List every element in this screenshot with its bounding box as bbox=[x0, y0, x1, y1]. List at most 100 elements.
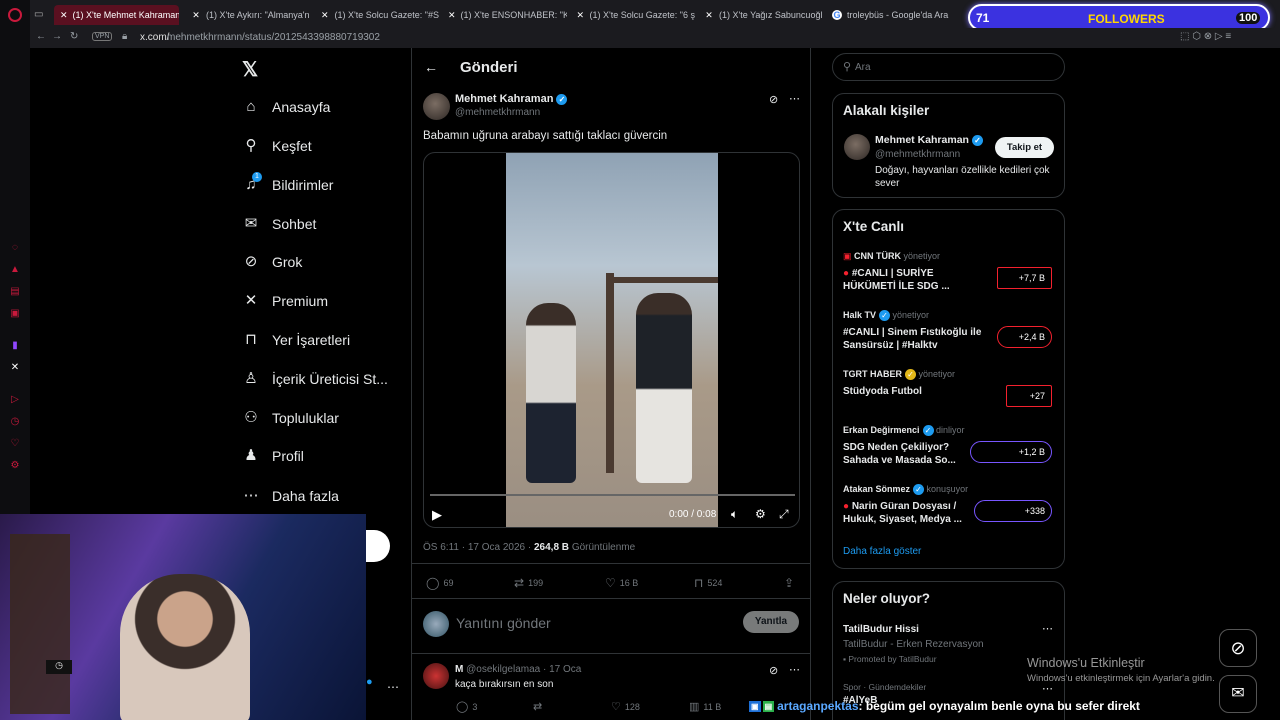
show-more-link[interactable]: Daha fazla göster bbox=[843, 546, 921, 557]
live-space-title[interactable]: ● Narin Güran Dosyası / Hukuk, Siyaset, … bbox=[843, 500, 968, 526]
volume-icon[interactable]: 🔈︎ bbox=[731, 507, 738, 522]
reply-button[interactable]: Yanıtla bbox=[743, 611, 799, 633]
sidebar-settings-icon[interactable]: ⚙ bbox=[9, 460, 21, 472]
reply-views-stat[interactable]: ▥ 11 B bbox=[689, 700, 721, 713]
reply-reply-count: 3 bbox=[472, 701, 478, 712]
nav-item-communities[interactable]: ⚇ Topluluklar bbox=[242, 406, 339, 430]
post-time[interactable]: ÖS 6:11 bbox=[423, 542, 459, 553]
live-space-title[interactable]: #CANLI | Sinem Fıstıkoğlu ile Sansürsüz … bbox=[843, 326, 993, 352]
nav-item-notifications[interactable]: ♫ 1 Bildirimler bbox=[242, 172, 333, 197]
reply-author[interactable]: M bbox=[455, 664, 463, 675]
url-host[interactable]: x.com/ bbox=[140, 32, 169, 43]
extensions-icon[interactable]: ⬚ ⬡ ⊗ ▷ ≡ bbox=[1180, 31, 1231, 42]
reply-grok-icon[interactable]: ⊘ bbox=[769, 664, 778, 677]
live-host[interactable]: TGRT HABER ✓ yönetiyor bbox=[843, 369, 955, 381]
repost-stat[interactable]: ⇄ 199 bbox=[514, 576, 543, 590]
nav-item-explore[interactable]: ⚲ Keşfet bbox=[242, 134, 312, 158]
account-more-icon[interactable]: ⋯ bbox=[387, 680, 399, 694]
sidebar-player-icon[interactable]: ▷ bbox=[9, 394, 21, 406]
nav-item-home[interactable]: ⌂ Anasayfa bbox=[242, 95, 330, 119]
nav-item-grok[interactable]: ⊘ Grok bbox=[242, 250, 303, 274]
nav-item-premium[interactable]: ✕ Premium bbox=[242, 289, 328, 313]
grok-float-button[interactable]: ⊘ bbox=[1219, 629, 1257, 667]
reply-reply-stat[interactable]: ◯ 3 bbox=[456, 700, 477, 713]
related-name-text: Mehmet Kahraman bbox=[875, 134, 969, 146]
tab[interactable]: ✕ (1) X'te Solcu Gazete: "6 ş bbox=[570, 5, 695, 25]
trend-title[interactable]: TatilBudur Hissi bbox=[843, 624, 919, 635]
nav-item-creator-studio[interactable]: ♙ İçerik Üreticisi St... bbox=[242, 367, 388, 391]
fullscreen-icon[interactable]: ⤢ bbox=[779, 507, 789, 522]
sidebar-history-icon[interactable]: ◷ bbox=[9, 416, 21, 428]
video-progress-track[interactable] bbox=[430, 494, 795, 496]
x-logo-icon[interactable]: 𝕏 bbox=[242, 57, 258, 82]
reply-repost-icon[interactable]: ⇄ bbox=[533, 700, 542, 713]
live-listeners-badge[interactable]: +27 bbox=[1006, 385, 1052, 407]
live-listeners-badge[interactable]: +1,2 B bbox=[970, 441, 1052, 463]
live-host[interactable]: Atakan Sönmez ✓ konuşuyor bbox=[843, 484, 968, 496]
tab[interactable]: Gtroleybüs - Google'da Ara bbox=[826, 5, 951, 25]
nav-item-bookmarks[interactable]: ⊓ Yer İşaretleri bbox=[242, 328, 350, 352]
live-listeners-badge[interactable]: +338 bbox=[974, 500, 1052, 522]
live-listeners-badge[interactable]: +2,4 B bbox=[997, 326, 1052, 348]
live-title: X'te Canlı bbox=[843, 219, 904, 234]
vpn-badge[interactable]: VPN bbox=[92, 32, 113, 41]
live-listeners-badge[interactable]: +7,7 B bbox=[997, 267, 1052, 289]
sidebar-x-icon[interactable]: ✕ bbox=[9, 362, 21, 374]
search-box[interactable]: ⚲ Ara bbox=[832, 53, 1065, 81]
tab[interactable]: ✕ (1) X'te Mehmet Kahraman bbox=[54, 5, 179, 25]
sidebar-heart-icon[interactable]: ♡ bbox=[9, 438, 21, 450]
post-date[interactable]: 17 Oca 2026 bbox=[468, 542, 525, 553]
sidebar-tv-icon[interactable]: ▣ bbox=[9, 308, 21, 320]
tab[interactable]: ✕ (1) X'te Solcu Gazete: "#S bbox=[314, 5, 439, 25]
opera-logo-icon[interactable] bbox=[8, 8, 22, 22]
reply-handle[interactable]: @osekilgelamaa bbox=[466, 664, 540, 675]
nav-item-chat[interactable]: ✉ Sohbet bbox=[242, 212, 317, 236]
back-icon[interactable]: ← bbox=[36, 31, 46, 42]
related-handle[interactable]: @mehmetkhrmann bbox=[875, 149, 960, 160]
live-host[interactable]: ▣ CNN TÜRK yönetiyor bbox=[843, 251, 940, 262]
grok-explain-icon[interactable]: ⊘ bbox=[769, 93, 778, 106]
related-name[interactable]: Mehmet Kahraman ✓ bbox=[875, 134, 983, 146]
reply-date[interactable]: 17 Oca bbox=[549, 664, 581, 675]
sidebar-gamepad-icon[interactable]: ▤ bbox=[9, 286, 21, 298]
play-icon[interactable]: ▶ bbox=[432, 507, 442, 523]
related-avatar[interactable] bbox=[844, 134, 870, 160]
tab[interactable]: ✕ (1) X'te Aykırı: "Almanya'n bbox=[185, 5, 310, 25]
nav-item-profile[interactable]: ♟ Profil bbox=[242, 444, 304, 468]
reply-avatar[interactable] bbox=[423, 663, 449, 689]
reply-stat[interactable]: ◯ 69 bbox=[426, 576, 453, 590]
search-input[interactable]: Ara bbox=[855, 62, 871, 73]
reload-icon[interactable]: ↻ bbox=[70, 31, 78, 42]
tab[interactable]: ✕ (1) X'te Yağız Sabuncuoğl bbox=[698, 5, 823, 25]
author-avatar[interactable] bbox=[423, 93, 450, 120]
sidebar-bag-icon[interactable]: ▲ bbox=[9, 264, 21, 276]
live-space-title[interactable]: SDG Neden Çekiliyor? Sahada ve Masada So… bbox=[843, 441, 968, 467]
author-name[interactable]: Mehmet Kahraman ✓ bbox=[455, 93, 568, 105]
follow-button[interactable]: Takip et bbox=[995, 137, 1054, 158]
sidebar-twitch-icon[interactable]: ▮ bbox=[9, 340, 21, 352]
reply-like-stat[interactable]: ♡ 128 bbox=[611, 700, 640, 713]
trend-more-icon[interactable]: ⋯ bbox=[1042, 622, 1053, 635]
messages-float-button[interactable]: ✉ bbox=[1219, 675, 1257, 713]
tab[interactable]: ✕ (1) X'te ENSONHABER: "K bbox=[442, 5, 567, 25]
reply-more-icon[interactable]: ⋯ bbox=[789, 663, 800, 676]
post-more-icon[interactable]: ⋯ bbox=[789, 92, 800, 105]
live-host[interactable]: Halk TV ✓ yönetiyor bbox=[843, 310, 929, 322]
video-player[interactable]: ▶ 0:00 / 0:08 🔈︎ ⚙ ⤢ bbox=[423, 152, 800, 528]
sidebar-aria-icon[interactable]: ◌ bbox=[9, 242, 21, 254]
forward-icon[interactable]: → bbox=[52, 31, 62, 42]
url-path[interactable]: mehmetkhrmann/status/2012543398880719302 bbox=[167, 32, 380, 43]
live-host[interactable]: Erkan Değirmenci ✓ dinliyor bbox=[843, 425, 965, 437]
bookmark-stat[interactable]: ⊓ 524 bbox=[694, 576, 722, 590]
like-stat[interactable]: ♡ 16 B bbox=[605, 576, 638, 590]
live-space-title[interactable]: ● #CANLI | SURİYE HÜKÜMETİ İLE SDG ... bbox=[843, 267, 983, 293]
tab-list-icon[interactable]: ▭ bbox=[34, 9, 43, 20]
settings-icon[interactable]: ⚙ bbox=[755, 507, 766, 521]
back-arrow-icon[interactable]: ← bbox=[424, 59, 438, 75]
reply-input[interactable]: Yanıtını gönder bbox=[456, 615, 736, 631]
nav-item-more[interactable]: ⋯ Daha fazla bbox=[242, 484, 339, 508]
post-button-partial[interactable] bbox=[366, 530, 390, 562]
share-stat[interactable]: ⇪ bbox=[784, 576, 798, 590]
author-handle[interactable]: @mehmetkhrmann bbox=[455, 107, 540, 118]
live-space-title[interactable]: Stüdyoda Futbol bbox=[843, 386, 993, 397]
